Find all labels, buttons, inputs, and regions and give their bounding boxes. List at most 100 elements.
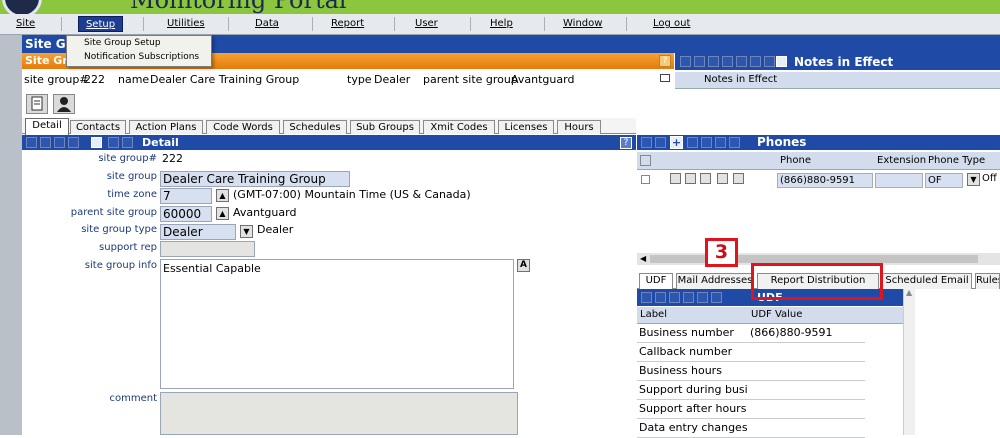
udf-row-label: Business hours [639,364,722,377]
help-icon[interactable]: ? [620,137,632,149]
chevron-up-icon[interactable] [670,173,681,184]
support-rep-field[interactable] [160,241,255,257]
column-phone: Phone [780,155,811,166]
menu-utilities[interactable]: Utilities [164,16,208,32]
chevron-down-icon[interactable]: ▼ [967,173,980,186]
toolbar-icon[interactable] [750,56,761,67]
chevron-up-icon[interactable] [685,173,696,184]
portal-logo [2,0,42,14]
toolbar-icon[interactable] [711,292,722,303]
tab-schedules[interactable]: Schedules [283,120,347,134]
udf-vertical-scrollbar[interactable]: ▲ [903,288,915,435]
comment-textarea[interactable] [160,392,518,435]
toolbar-icon[interactable] [764,56,775,67]
menu-log-out[interactable]: Log out [650,16,693,32]
dial-icon[interactable] [717,173,728,184]
toolbar-icon[interactable] [729,137,740,148]
udf-row[interactable]: Business number (866)880-9591 [637,324,865,343]
menu-user[interactable]: User [412,16,441,32]
menu-report[interactable]: Report [328,16,367,32]
toolbar-icon[interactable] [697,292,708,303]
tab-licenses[interactable]: Licenses [498,120,554,134]
udf-row[interactable]: Support during business hours [637,381,865,400]
new-note-icon[interactable] [26,94,48,114]
toolbar-icon[interactable] [641,137,652,148]
tab-action-plans[interactable]: Action Plans [129,120,203,134]
scroll-left-icon[interactable]: ◀ [640,254,646,263]
toolbar-icon[interactable] [680,56,691,67]
scrollbar-thumb[interactable] [650,255,978,263]
menu-data[interactable]: Data [252,16,282,32]
tab-udf[interactable]: UDF [639,273,673,289]
toolbar-icon[interactable] [687,137,698,148]
delete-icon[interactable] [640,155,651,166]
udf-row[interactable]: Support after hours [637,400,865,419]
add-phone-icon[interactable]: + [670,136,683,149]
menu-window[interactable]: Window [560,16,605,32]
delete-icon[interactable] [91,137,102,148]
udf-row[interactable]: Callback number [637,343,865,362]
udf-row[interactable]: Business hours [637,362,865,381]
toolbar-icon[interactable] [715,137,726,148]
toolbar-icon[interactable] [669,292,680,303]
udf-row[interactable]: Data entry changes [637,419,865,438]
parent-site-group-field[interactable]: 60000 [160,206,212,222]
tab-detail[interactable]: Detail [25,118,69,135]
toolbar-icon[interactable] [722,56,733,67]
menu-site[interactable]: Site [13,16,38,32]
tab-contacts[interactable]: Contacts [70,120,126,134]
value-site-group-number: 222 [162,152,183,165]
toolbar-icon[interactable] [655,137,666,148]
toolbar-icon[interactable] [694,56,705,67]
tab-xmit-codes[interactable]: Xmit Codes [423,120,495,134]
step-number-badge: 3 [705,238,738,267]
toolbar-icon[interactable] [655,292,666,303]
toolbar-icon[interactable] [701,137,712,148]
menu-help[interactable]: Help [487,16,516,32]
tab-code-words[interactable]: Code Words [206,120,280,134]
label-site-group: site group [106,171,157,182]
chevron-down-icon[interactable] [700,173,711,184]
toolbar-icon[interactable] [708,56,719,67]
menu-separator [312,17,313,31]
parent-lookup-icon[interactable]: ▲ [216,207,229,220]
scroll-up-icon[interactable]: ▲ [906,288,912,297]
site-group-name-field[interactable]: Dealer Care Training Group [160,171,350,187]
help-icon[interactable]: ? [659,55,671,67]
site-group-type-select[interactable]: Dealer [160,224,236,240]
row-checkbox[interactable] [641,175,650,184]
toolbar-icon[interactable] [122,137,133,148]
tab-scheduled-email[interactable]: Scheduled Email [882,273,972,289]
toolbar-icon[interactable] [736,56,747,67]
column-label: Label [640,309,667,320]
chevron-down-icon[interactable]: ▼ [240,225,253,238]
phone-type-field[interactable]: OF [925,173,963,188]
app-title-bar: Monitoring Portal [0,0,1000,14]
phone-number-field[interactable]: (866)880-9591 [777,173,873,188]
dial-icon[interactable] [733,173,744,184]
menu-item-notification-subscriptions[interactable]: Notification Subscriptions [67,50,211,64]
site-group-info-textarea[interactable]: Essential Capable [160,259,514,389]
font-format-icon[interactable]: A [517,259,530,272]
extension-field[interactable] [875,173,923,188]
toolbar-icon[interactable] [40,137,51,148]
tab-sub-groups[interactable]: Sub Groups [350,120,420,134]
menu-setup[interactable]: Setup [78,16,123,32]
label-comment: comment [109,393,157,404]
time-zone-code-field[interactable]: 7 [160,188,212,204]
tab-mail-addresses[interactable]: Mail Addresses [676,273,754,289]
toolbar-icon[interactable] [54,137,65,148]
contact-person-icon[interactable] [53,94,75,114]
tab-hours[interactable]: Hours [557,120,601,134]
popup-icon[interactable] [660,74,670,82]
toolbar-icon[interactable] [641,292,652,303]
toolbar-icon[interactable] [68,137,79,148]
tab-rules[interactable]: Rules [975,273,1000,289]
menu-item-site-group-setup[interactable]: Site Group Setup [67,36,211,50]
time-zone-lookup-icon[interactable]: ▲ [216,189,229,202]
refresh-icon[interactable] [776,56,787,67]
toolbar-icon[interactable] [683,292,694,303]
toolbar-icon[interactable] [26,137,37,148]
toolbar-icon[interactable] [108,137,119,148]
phone-row: (866)880-9591 OF ▼ Off [637,172,1000,190]
